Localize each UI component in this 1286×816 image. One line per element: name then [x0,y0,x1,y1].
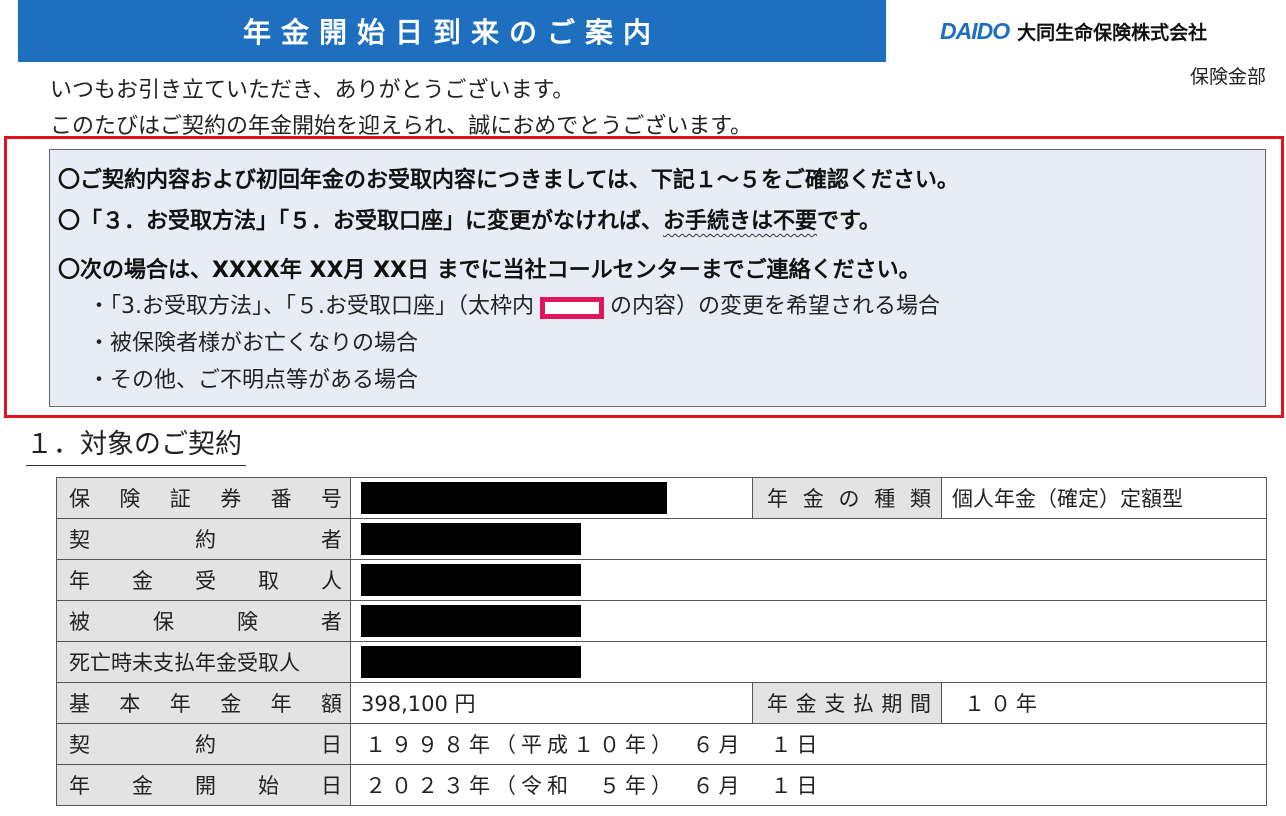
greeting-line-1: いつもお引き立ていただき、ありがとうございます。 [50,78,575,103]
policyholder-value [350,518,1267,560]
redaction-bar [361,605,581,637]
policy-number-label: 保険証券番号 [56,477,351,519]
company-logo: DAIDO 大同生命保険株式会社 [940,18,1207,45]
table-row: 被保険者 [56,600,1267,642]
department-name: 保険金部 [1189,66,1266,88]
payment-period-value: １０年 [941,682,1267,724]
contract-table: 保険証券番号 年金の種類 個人年金（確定）定額型 契約者 年金受取人 被保険者 … [56,477,1267,806]
table-row: 基本年金年額 398,100 円 年金支払期間 １０年 [56,682,1267,724]
start-date-label: 年金開始日 [56,764,351,806]
notice-no-procedure-prefix: 〇「３．お受取方法」「５．お受取口座」に変更がなければ、 [58,209,664,234]
base-amount-value: 398,100 円 [350,682,753,724]
table-row: 年金開始日 ２０２３年（令和 ５年） ６月 １日 [56,764,1267,806]
table-row: 契約者 [56,518,1267,560]
annuity-type-value: 個人年金（確定）定額型 [941,477,1267,519]
notice-contact-deadline: 〇次の場合は、XXXX年 XX月 XX日 までに当社コールセンターまでご連絡くだ… [58,258,921,283]
bullet-change-request-prefix: ・「3.お受取方法」、「５.お受取口座」（太枠内 [88,294,534,319]
redaction-bar [361,564,581,596]
redaction-bar [361,482,667,514]
table-row: 死亡時未支払年金受取人 [56,641,1267,683]
payment-period-label: 年金支払期間 [752,682,942,724]
death-recipient-value [350,641,1267,683]
annuity-type-label: 年金の種類 [752,477,942,519]
notice-confirm: 〇ご契約内容および初回年金のお受取内容につきましては、下記１～５をご確認ください… [58,168,959,193]
page-title-banner: 年金開始日到来のご案内 [18,0,886,62]
company-name: 大同生命保険株式会社 [1017,22,1208,44]
thick-frame-marker [540,297,604,319]
policyholder-label: 契約者 [56,518,351,560]
policy-number-value [350,477,753,519]
death-recipient-label: 死亡時未支払年金受取人 [56,641,351,683]
redaction-bar [361,646,581,678]
daido-logo-mark: DAIDO [940,18,1010,44]
bullet-change-request-suffix: の内容）の変更を希望される場合 [610,294,941,319]
bullet-insured-death: ・被保険者様がお亡くなりの場合 [88,331,419,356]
insured-label: 被保険者 [56,600,351,642]
page-title: 年金開始日到来のご案内 [242,16,661,49]
table-row: 年金受取人 [56,559,1267,601]
notice-no-procedure: 〇「３．お受取方法」「５．お受取口座」に変更がなければ、お手続きは不要です。 [58,203,881,235]
start-date-value: ２０２３年（令和 ５年） ６月 １日 [350,764,1267,806]
notice-no-procedure-emphasis: お手続きは不要 [663,209,818,234]
bullet-change-request: ・「3.お受取方法」、「５.お受取口座」（太枠内 の内容）の変更を希望される場合 [88,288,940,320]
base-amount-label: 基本年金年額 [56,682,351,724]
bullet-other-questions: ・その他、ご不明点等がある場合 [88,368,419,393]
recipient-label: 年金受取人 [56,559,351,601]
section-heading-contract: １．対象のご契約 [26,422,246,466]
redaction-bar [361,523,581,555]
notice-no-procedure-suffix: です。 [817,209,881,234]
table-row: 契約日 １９９８年（平成１０年） ６月 １日 [56,723,1267,765]
contract-date-value: １９９８年（平成１０年） ６月 １日 [350,723,1267,765]
table-row: 保険証券番号 年金の種類 個人年金（確定）定額型 [56,477,1267,519]
contract-date-label: 契約日 [56,723,351,765]
recipient-value [350,559,1267,601]
insured-value [350,600,1267,642]
